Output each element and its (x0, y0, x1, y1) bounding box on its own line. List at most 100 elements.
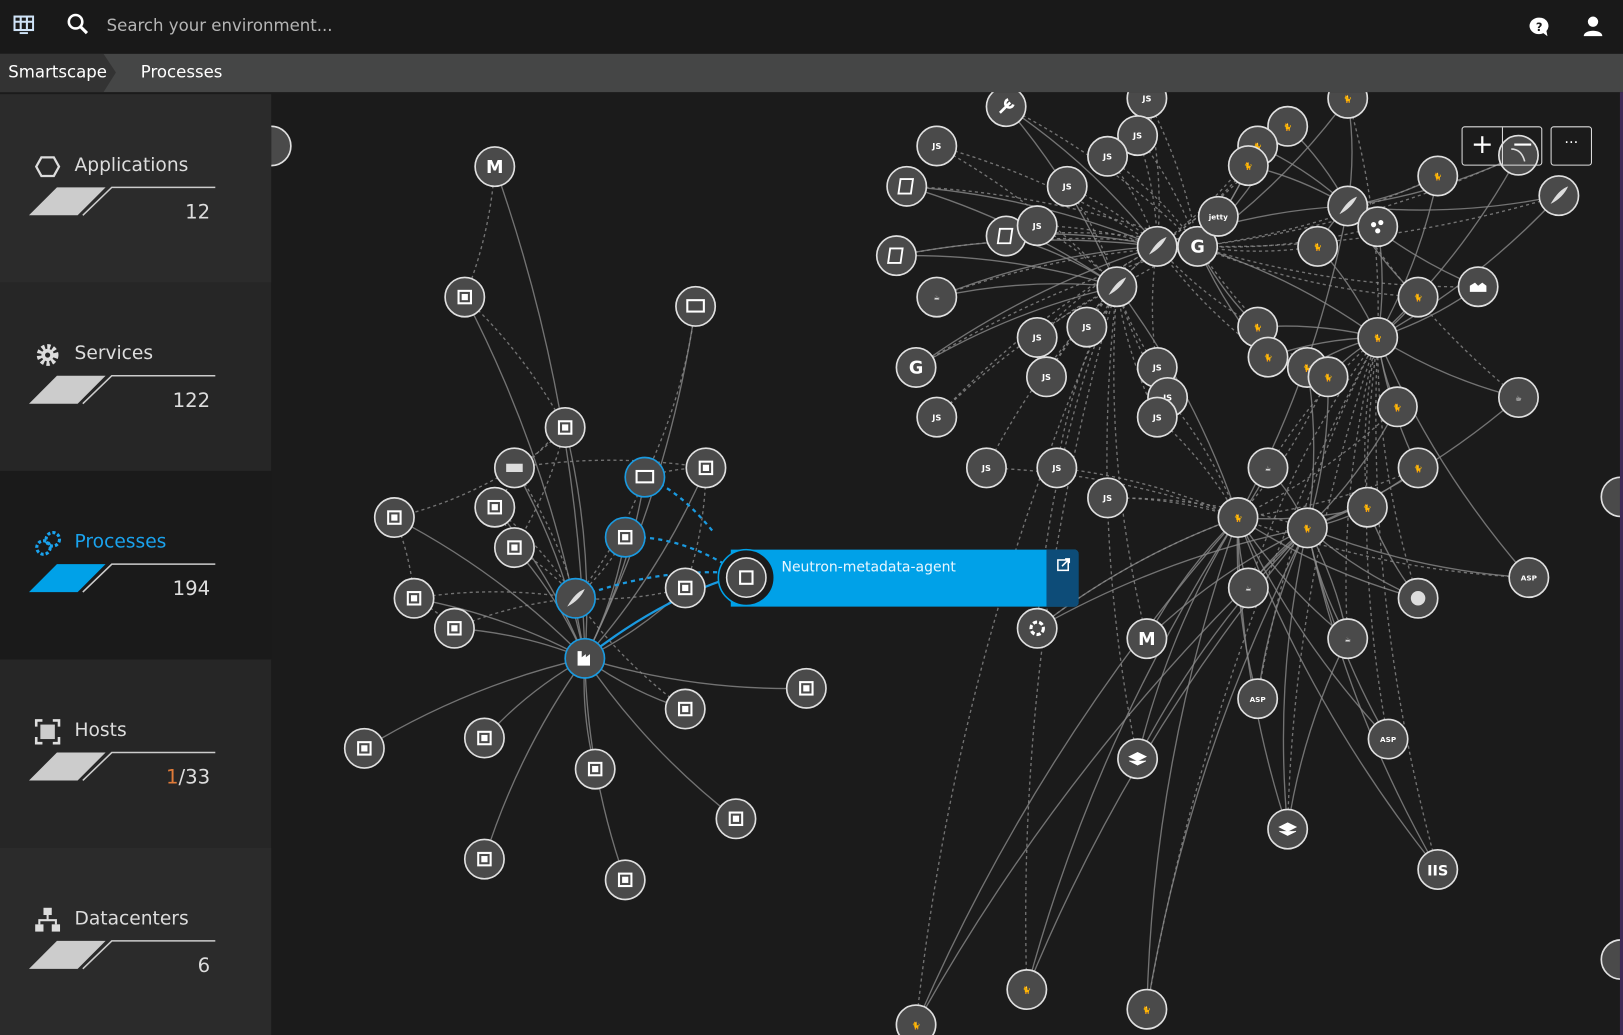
process-node[interactable]: ☕ (1227, 567, 1269, 609)
process-node[interactable] (715, 798, 757, 840)
process-tooltip[interactable]: Neutron-metadata-agent (730, 549, 1079, 607)
process-node[interactable] (604, 516, 646, 558)
process-node[interactable] (393, 577, 435, 619)
process-node[interactable]: G (895, 346, 937, 388)
process-node[interactable]: ☕ (916, 276, 958, 318)
process-node[interactable] (1096, 266, 1138, 308)
process-node[interactable] (624, 456, 666, 498)
process-node[interactable]: JS (1087, 477, 1129, 519)
process-node[interactable] (664, 567, 706, 609)
process-node[interactable]: JS (1016, 205, 1058, 247)
process-node[interactable] (1016, 607, 1058, 649)
tomcat-icon: 🐈 (1303, 524, 1312, 533)
process-node[interactable] (271, 125, 292, 167)
process-node[interactable]: ASP (1367, 718, 1409, 760)
dashboard-icon[interactable] (13, 15, 35, 39)
sidebar-item-processes[interactable]: Processes 194 (0, 470, 272, 660)
process-node[interactable]: JS (1126, 92, 1168, 119)
process-node[interactable] (1538, 175, 1580, 217)
process-node[interactable]: 🐈 (1286, 507, 1328, 549)
process-node[interactable] (343, 727, 385, 769)
process-node[interactable]: 🐈 (1307, 356, 1349, 398)
process-node[interactable] (544, 407, 586, 448)
process-node[interactable]: JS (1046, 165, 1088, 207)
more-options-button[interactable]: ··· (1550, 126, 1592, 166)
process-node[interactable] (433, 607, 475, 649)
user-icon[interactable] (1583, 16, 1604, 41)
process-node[interactable]: JS (1087, 135, 1129, 177)
process-node[interactable] (373, 497, 415, 539)
process-node[interactable] (875, 235, 917, 277)
breadcrumb-smartscape-label[interactable]: Smartscape (8, 62, 107, 82)
search-icon[interactable] (66, 12, 91, 41)
zoom-out-button[interactable]: − (1503, 127, 1542, 164)
process-node[interactable]: ASP (1508, 557, 1550, 599)
process-node[interactable]: 🐈 (1247, 336, 1289, 378)
svg-text:🐈: 🐈 (912, 1021, 921, 1030)
process-node[interactable]: JS (965, 447, 1007, 489)
process-node[interactable] (985, 92, 1027, 128)
process-node[interactable] (474, 486, 516, 528)
process-node[interactable] (886, 165, 928, 207)
graph-edge (584, 657, 737, 820)
process-node[interactable]: JS (1036, 447, 1078, 489)
process-node[interactable]: 🐈 (1217, 497, 1259, 539)
help-icon[interactable]: ? (1528, 16, 1551, 43)
process-node[interactable]: 🐈 (1126, 988, 1168, 1030)
process-node[interactable] (463, 838, 505, 880)
process-node[interactable] (1136, 225, 1178, 267)
sidebar-item-datacenters[interactable]: Datacenters 6 (0, 847, 272, 1035)
process-node[interactable] (564, 637, 606, 679)
process-node[interactable]: M (474, 146, 516, 188)
process-node[interactable]: 🐈 (1397, 276, 1439, 318)
process-node[interactable] (1357, 206, 1399, 248)
open-external-button[interactable] (1046, 549, 1079, 607)
process-node[interactable]: ☕ (1327, 618, 1369, 660)
focused-process-node[interactable] (714, 545, 780, 611)
process-node[interactable] (574, 748, 616, 790)
process-node[interactable] (463, 717, 505, 759)
process-node[interactable]: 🐈 (895, 1004, 937, 1035)
process-node[interactable]: JS (1025, 356, 1067, 398)
process-node[interactable]: jetty (1197, 195, 1239, 237)
process-node[interactable]: 🐈 (1397, 447, 1439, 489)
process-node[interactable] (1397, 577, 1439, 619)
process-node[interactable] (1457, 266, 1499, 308)
svg-text:ASP: ASP (1521, 574, 1537, 583)
process-node[interactable] (785, 667, 827, 709)
process-node[interactable]: IIS (1417, 848, 1459, 890)
process-node[interactable]: 🐈 (1227, 145, 1269, 187)
graph-edge (1056, 467, 1239, 519)
process-node[interactable]: 🐈 (1346, 486, 1388, 528)
process-node[interactable]: 🐈 (1357, 316, 1399, 358)
process-node[interactable]: 🐈 (1297, 225, 1339, 267)
process-node[interactable]: ☕ (1247, 447, 1289, 489)
process-node[interactable]: JS (916, 125, 958, 167)
process-node[interactable]: M (1126, 618, 1168, 660)
process-node[interactable] (1267, 808, 1309, 850)
process-node[interactable] (675, 285, 717, 327)
process-node[interactable]: JS (1016, 316, 1058, 358)
process-node[interactable]: JS (916, 396, 958, 438)
process-node[interactable]: 🐈 (1006, 969, 1048, 1011)
process-node[interactable]: 🐈 (1376, 386, 1418, 428)
process-node[interactable]: JS (1136, 396, 1178, 438)
sidebar-item-hosts[interactable]: Hosts 1/33 (0, 659, 272, 848)
process-node[interactable]: ASP (1237, 678, 1279, 720)
process-node[interactable] (493, 447, 535, 489)
process-node[interactable] (493, 527, 535, 569)
process-node[interactable] (604, 859, 646, 901)
sidebar-item-applications[interactable]: Applications 12 (0, 94, 272, 283)
process-node[interactable]: 🐈 (1327, 92, 1369, 119)
process-node[interactable] (555, 577, 597, 619)
process-node[interactable] (1117, 738, 1159, 780)
process-node[interactable] (444, 276, 486, 318)
zoom-in-button[interactable]: + (1463, 127, 1502, 164)
process-node[interactable]: JS (1066, 306, 1108, 348)
process-node[interactable]: ☕ (1497, 376, 1539, 418)
search-input[interactable]: Search your environment... (107, 16, 333, 36)
process-node[interactable]: 🐈 (1417, 155, 1459, 197)
sidebar-item-services[interactable]: Services 122 (0, 282, 272, 471)
process-node[interactable] (685, 447, 727, 489)
process-node[interactable] (664, 688, 706, 730)
